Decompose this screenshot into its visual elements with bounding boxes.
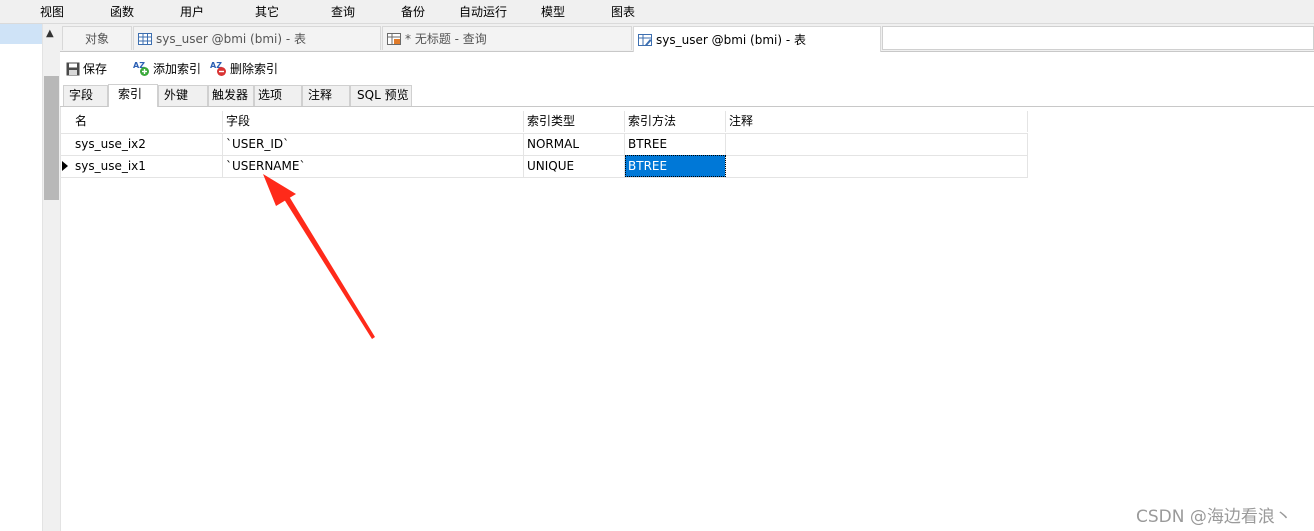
table-row[interactable]: sys_use_ix1 `USERNAME` UNIQUE BTREE	[60, 155, 1028, 178]
index-name-cell[interactable]: sys_use_ix1	[72, 155, 223, 177]
delete-index-button[interactable]: AZ 删除索引	[210, 60, 278, 77]
menu-query[interactable]: 查询	[331, 3, 355, 20]
column-header-name[interactable]: 名	[72, 111, 223, 132]
index-type-cell[interactable]: NORMAL	[524, 133, 625, 155]
subtab-fields[interactable]: 字段	[63, 85, 108, 106]
tab-label: sys_user @bmi (bmi) - 表	[656, 33, 807, 47]
navigation-selected-item[interactable]	[0, 24, 42, 44]
tab-label: 对象	[84, 32, 109, 46]
delete-index-label: 删除索引	[230, 62, 279, 76]
tab-sys-user-table[interactable]: sys_user @bmi (bmi) - 表	[133, 26, 381, 50]
design-subtabs: 字段 索引 外键 触发器 选项 注释 SQL 预览	[60, 84, 1314, 107]
menu-model[interactable]: 模型	[541, 3, 565, 20]
column-header-comment[interactable]: 注释	[726, 111, 1028, 132]
subtab-options[interactable]: 选项	[254, 85, 302, 106]
index-type-cell[interactable]: UNIQUE	[524, 155, 625, 177]
index-method-cell[interactable]: BTREE	[625, 133, 726, 155]
menu-view[interactable]: 视图	[40, 3, 64, 20]
index-fields-cell[interactable]: `USERNAME`	[223, 155, 524, 177]
subtab-comment[interactable]: 注释	[302, 85, 350, 106]
tab-label: * 无标题 - 查询	[405, 32, 487, 46]
design-toolbar: 保存 AZ 添加索引 AZ 删除索引	[60, 52, 1314, 84]
scroll-up-icon[interactable]: ▲	[46, 28, 54, 39]
index-fields-cell[interactable]: `USER_ID`	[223, 133, 524, 155]
vertical-scrollbar[interactable]: ▲	[42, 24, 61, 531]
add-index-label: 添加索引	[153, 62, 202, 76]
save-icon	[66, 62, 80, 75]
watermark: CSDN @海边看浪丶	[1136, 507, 1292, 527]
index-method-cell-selected[interactable]: BTREE	[625, 155, 726, 177]
table-row[interactable]: sys_use_ix2 `USER_ID` NORMAL BTREE	[60, 133, 1028, 156]
menu-auto-run[interactable]: 自动运行	[459, 3, 507, 20]
tab-strip-blank-field	[882, 26, 1314, 50]
subtab-indexes[interactable]: 索引	[108, 84, 158, 107]
index-name-cell[interactable]: sys_use_ix2	[72, 133, 223, 155]
menu-other[interactable]: 其它	[255, 3, 279, 20]
document-tab-strip: 对象 sys_user @bmi (bmi) - 表 * 无标题 - 查询 sy…	[60, 24, 1314, 52]
grid-header-row: 名 字段 索引类型 索引方法 注释	[60, 111, 1028, 134]
menu-backup[interactable]: 备份	[401, 3, 425, 20]
save-label: 保存	[83, 62, 108, 76]
subtab-sql-preview[interactable]: SQL 预览	[350, 85, 412, 106]
index-comment-cell[interactable]	[726, 133, 1028, 155]
table-design-icon	[638, 33, 652, 46]
delete-index-icon: AZ	[210, 61, 226, 76]
add-index-icon: AZ	[133, 61, 149, 76]
menu-function[interactable]: 函数	[110, 3, 134, 20]
current-row-marker-icon	[62, 161, 68, 171]
menu-user[interactable]: 用户	[180, 3, 204, 20]
navigation-panel[interactable]	[0, 24, 42, 531]
scrollbar-thumb[interactable]	[44, 76, 59, 200]
tab-objects[interactable]: 对象	[62, 26, 132, 50]
table-icon	[138, 32, 152, 45]
tab-sys-user-table-design[interactable]: sys_user @bmi (bmi) - 表	[633, 26, 881, 52]
tab-untitled-query[interactable]: * 无标题 - 查询	[382, 26, 632, 50]
menu-chart[interactable]: 图表	[611, 3, 635, 20]
save-button[interactable]: 保存	[66, 60, 107, 77]
menu-bar: 视图 函数 用户 其它 查询 备份 自动运行 模型 图表	[0, 0, 1314, 24]
query-icon	[387, 32, 401, 45]
index-comment-cell[interactable]	[726, 155, 1028, 177]
subtab-foreign-keys[interactable]: 外键	[158, 85, 208, 106]
column-header-fields[interactable]: 字段	[223, 111, 524, 132]
column-header-index-type[interactable]: 索引类型	[524, 111, 625, 132]
tab-label: sys_user @bmi (bmi) - 表	[156, 32, 307, 46]
subtab-triggers[interactable]: 触发器	[208, 85, 254, 106]
column-header-index-method[interactable]: 索引方法	[625, 111, 726, 132]
add-index-button[interactable]: AZ 添加索引	[133, 60, 201, 77]
